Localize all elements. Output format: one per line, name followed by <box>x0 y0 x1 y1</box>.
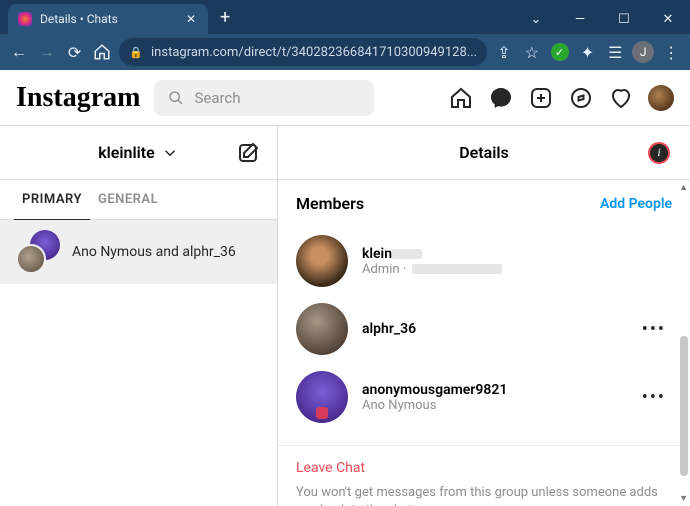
window-close-icon[interactable]: ✕ <box>646 4 690 34</box>
tab-primary[interactable]: PRIMARY <box>14 180 90 220</box>
instagram-favicon <box>18 12 32 26</box>
window-chevron-icon[interactable]: ⌄ <box>514 4 558 34</box>
inbox-sidebar: kleinlite PRIMARY GENERAL Ano Nymous and… <box>0 126 278 506</box>
lock-icon: 🔒 <box>129 46 143 59</box>
window-minimize-icon[interactable]: — <box>558 4 602 34</box>
new-tab-button[interactable]: + <box>208 7 242 28</box>
chat-list-item[interactable]: Ano Nymous and alphr_36 <box>0 220 277 284</box>
bookmark-icon[interactable]: ☆ <box>521 39 543 65</box>
member-row[interactable]: alphr_36 ••• <box>296 295 672 363</box>
browser-titlebar: Details • Chats ✕ + ⌄ — ☐ ✕ <box>0 0 690 34</box>
member-avatar <box>296 303 348 355</box>
scroll-down-icon[interactable]: ▼ <box>679 493 688 504</box>
member-subtitle: Admin · <box>362 262 672 277</box>
share-icon[interactable]: ⇪ <box>493 39 515 65</box>
forward-button: → <box>36 39 58 65</box>
member-username: alphr_36 <box>362 321 622 337</box>
panel-title: Details <box>459 143 509 162</box>
instagram-logo[interactable]: Instagram <box>16 82 140 114</box>
tab-close-icon[interactable]: ✕ <box>184 12 198 26</box>
inbox-tabs: PRIMARY GENERAL <box>0 180 277 220</box>
messenger-icon[interactable] <box>488 85 514 111</box>
instagram-header: Instagram Search <box>0 70 690 126</box>
section-divider <box>278 445 690 446</box>
scroll-up-icon[interactable]: ▲ <box>679 182 688 193</box>
search-icon <box>168 90 184 106</box>
browser-tab[interactable]: Details • Chats ✕ <box>8 4 208 34</box>
compose-button[interactable] <box>235 140 261 166</box>
leave-chat-button[interactable]: Leave Chat <box>296 460 672 476</box>
home-button[interactable] <box>91 39 113 65</box>
member-username: anonymousgamer9821 <box>362 382 622 398</box>
scrollbar-thumb[interactable] <box>680 336 688 476</box>
member-options-icon[interactable]: ••• <box>636 387 672 408</box>
member-row[interactable]: klein Admin · <box>296 227 672 295</box>
search-input[interactable]: Search <box>154 80 374 116</box>
leave-chat-description: You won't get messages from this group u… <box>296 484 672 506</box>
member-options-icon[interactable]: ••• <box>636 319 672 340</box>
home-icon[interactable] <box>448 85 474 111</box>
info-icon[interactable]: i <box>648 142 670 164</box>
back-button[interactable]: ← <box>8 39 30 65</box>
kebab-menu-icon[interactable]: ⋮ <box>660 39 682 65</box>
member-username: klein <box>362 246 672 262</box>
search-placeholder: Search <box>194 89 240 107</box>
add-people-button[interactable]: Add People <box>600 196 672 212</box>
profile-button[interactable]: J <box>632 39 654 65</box>
reload-button[interactable]: ⟳ <box>64 39 86 65</box>
account-username: kleinlite <box>98 143 155 162</box>
window-maximize-icon[interactable]: ☐ <box>602 4 646 34</box>
reading-list-icon[interactable]: ☰ <box>604 39 626 65</box>
member-subtitle: Ano Nymous <box>362 398 622 413</box>
member-row[interactable]: anonymousgamer9821 Ano Nymous ••• <box>296 363 672 431</box>
extensions-icon[interactable]: ✦ <box>577 39 599 65</box>
members-heading: Members <box>296 194 364 213</box>
account-switcher[interactable]: kleinlite <box>98 143 179 162</box>
shield-icon[interactable]: ✓ <box>549 39 571 65</box>
url-text: instagram.com/direct/t/34028236684171030… <box>151 45 477 60</box>
url-bar[interactable]: 🔒 instagram.com/direct/t/340282366841710… <box>119 38 487 66</box>
explore-icon[interactable] <box>568 85 594 111</box>
member-avatar <box>296 371 348 423</box>
chat-title: Ano Nymous and alphr_36 <box>72 244 236 260</box>
details-panel: Details i Members Add People klein Admin… <box>278 126 690 506</box>
activity-icon[interactable] <box>608 85 634 111</box>
profile-avatar[interactable] <box>648 85 674 111</box>
tab-title: Details • Chats <box>40 12 176 26</box>
new-post-icon[interactable] <box>528 85 554 111</box>
member-avatar <box>296 235 348 287</box>
group-avatar-stack <box>16 230 60 274</box>
browser-address-bar: ← → ⟳ 🔒 instagram.com/direct/t/340282366… <box>0 34 690 70</box>
chevron-down-icon <box>161 144 179 162</box>
tab-general[interactable]: GENERAL <box>90 180 166 219</box>
